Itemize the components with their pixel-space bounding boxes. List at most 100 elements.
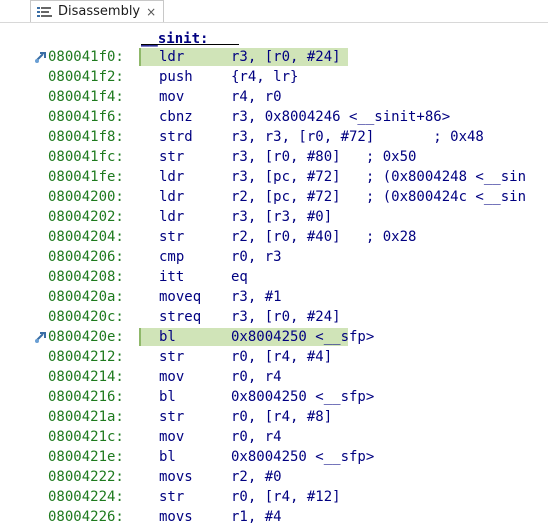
instruction-address: 08004226: — [48, 509, 124, 525]
instruction-address: 0800421c: — [48, 429, 124, 445]
instruction-mnemonic: ldr — [159, 209, 185, 225]
close-icon[interactable]: × — [146, 6, 156, 18]
disassembly-view[interactable]: __sinit: 080041f0: ldr r3, [r0, #24] 080041… — [0, 23, 548, 525]
instruction-row[interactable]: 080041f4: mov r4, r0 — [0, 87, 548, 107]
instruction-operands: r2, #0 — [231, 469, 282, 485]
instruction-operands: r3, [pc, #72] ; (0x8004248 <__sin — [231, 169, 527, 185]
instruction-row[interactable]: 0800421e: bl 0x8004250 <__sfp> — [0, 447, 548, 467]
function-label-underline — [141, 44, 239, 45]
instruction-row[interactable]: 08004208: itt eq — [0, 267, 548, 287]
instruction-row[interactable]: 08004200: ldr r2, [pc, #72] ; (0x800424c <… — [0, 187, 548, 207]
instruction-mnemonic: movs — [159, 469, 193, 485]
instruction-operands: r0, [r4, #12] — [231, 489, 341, 505]
instruction-address: 08004222: — [48, 469, 124, 485]
highlight-edge — [139, 48, 141, 66]
instruction-mnemonic: movs — [159, 509, 193, 525]
tab-label: Disassembly — [58, 4, 141, 19]
instruction-address: 0800420a: — [48, 289, 124, 305]
instruction-operands: 0x8004250 <__sfp> — [231, 389, 375, 405]
instruction-row[interactable]: 080041f0: ldr r3, [r0, #24] — [0, 47, 548, 67]
instruction-row[interactable]: 08004206: cmp r0, r3 — [0, 247, 548, 267]
instruction-row[interactable]: 08004224: str r0, [r4, #12] — [0, 487, 548, 507]
instruction-mnemonic: mov — [159, 429, 185, 445]
instruction-address: 080041f0: — [48, 49, 124, 65]
instruction-mnemonic: push — [159, 69, 193, 85]
instruction-operands: r3, [r3, #0] — [231, 209, 333, 225]
instruction-address: 080041f6: — [48, 109, 124, 125]
instruction-operands: 0x8004250 <__sfp> — [231, 329, 375, 345]
instruction-operands: r0, r4 — [231, 429, 282, 445]
instruction-row[interactable]: 0800420c: streq r3, [r0, #24] — [0, 307, 548, 327]
instruction-address: 08004208: — [48, 269, 124, 285]
instruction-row[interactable]: 08004204: str r2, [r0, #40] ; 0x28 — [0, 227, 548, 247]
instruction-address: 08004206: — [48, 249, 124, 265]
instruction-row[interactable]: 0800421c: mov r0, r4 — [0, 427, 548, 447]
instruction-row[interactable]: 080041fe: ldr r3, [pc, #72] ; (0x8004248 <… — [0, 167, 548, 187]
instruction-address: 080041f8: — [48, 129, 124, 145]
instruction-row[interactable]: 0800420e: bl 0x8004250 <__sfp> — [0, 327, 548, 347]
instruction-mnemonic: str — [159, 409, 185, 425]
instruction-mnemonic: str — [159, 229, 185, 245]
instruction-row[interactable]: 0800421a: str r0, [r4, #8] — [0, 407, 548, 427]
instruction-row[interactable]: 08004202: ldr r3, [r3, #0] — [0, 207, 548, 227]
instruction-row[interactable]: 0800420a: moveq r3, #1 — [0, 287, 548, 307]
instruction-row[interactable]: 08004214: mov r0, r4 — [0, 367, 548, 387]
instruction-operands: {r4, lr} — [231, 69, 299, 85]
instruction-mnemonic: ldr — [159, 169, 185, 185]
instruction-address: 08004204: — [48, 229, 124, 245]
instruction-row[interactable]: 080041fc: str r3, [r0, #80] ; 0x50 — [0, 147, 548, 167]
instruction-operands: r0, [r4, #8] — [231, 409, 333, 425]
instruction-address: 080041f4: — [48, 89, 124, 105]
instruction-mnemonic: mov — [159, 89, 185, 105]
instruction-address: 08004216: — [48, 389, 124, 405]
instruction-operands: r3, [r0, #80] ; 0x50 — [231, 149, 417, 165]
instruction-operands: r3, [r0, #24] — [231, 309, 341, 325]
instruction-operands: r4, r0 — [231, 89, 282, 105]
instruction-mnemonic: ldr — [159, 189, 185, 205]
instruction-row[interactable]: 08004212: str r0, [r4, #4] — [0, 347, 548, 367]
instruction-row[interactable]: 08004222: movs r2, #0 — [0, 467, 548, 487]
instruction-row[interactable]: 08004226: movs r1, #4 — [0, 507, 548, 527]
instruction-operands: r1, #4 — [231, 509, 282, 525]
instruction-mnemonic: bl — [159, 329, 176, 345]
instruction-address: 0800421a: — [48, 409, 124, 425]
instruction-mnemonic: str — [159, 489, 185, 505]
instruction-operands: r0, [r4, #4] — [231, 349, 333, 365]
instruction-mnemonic: itt — [159, 269, 185, 285]
instruction-operands: r3, #1 — [231, 289, 282, 305]
tab-disassembly[interactable]: Disassembly × — [30, 0, 164, 22]
breakpoint-arrow-icon[interactable] — [34, 330, 48, 344]
instruction-operands: r3, [r0, #24] — [231, 49, 341, 65]
instruction-operands: r3, r3, [r0, #72] ; 0x48 — [231, 129, 484, 145]
instruction-row[interactable]: 080041f8: strd r3, r3, [r0, #72] ; 0x48 — [0, 127, 548, 147]
instruction-address: 08004224: — [48, 489, 124, 505]
instruction-address: 08004200: — [48, 189, 124, 205]
instruction-mnemonic: cbnz — [159, 109, 193, 125]
instruction-operands: r3, 0x8004246 <__sinit+86> — [231, 109, 451, 125]
instruction-address: 080041fe: — [48, 169, 124, 185]
instruction-mnemonic: str — [159, 149, 185, 165]
instruction-row[interactable]: 080041f6: cbnz r3, 0x8004246 <__sinit+86> — [0, 107, 548, 127]
instruction-operands: r2, [pc, #72] ; (0x800424c <__sin — [231, 189, 527, 205]
tab-bar: Disassembly × — [0, 0, 548, 23]
instruction-mnemonic: moveq — [159, 289, 202, 305]
instruction-operands: 0x8004250 <__sfp> — [231, 449, 375, 465]
instruction-address: 080041fc: — [48, 149, 124, 165]
instruction-mnemonic: mov — [159, 369, 185, 385]
function-label: __sinit: — [141, 31, 209, 47]
instruction-operands: r0, r4 — [231, 369, 282, 385]
instruction-row[interactable]: 080041f2: push {r4, lr} — [0, 67, 548, 87]
instruction-address: 08004214: — [48, 369, 124, 385]
disassembly-icon — [37, 6, 52, 17]
instruction-address: 08004202: — [48, 209, 124, 225]
breakpoint-arrow-icon[interactable] — [34, 50, 48, 64]
instruction-mnemonic: cmp — [159, 249, 185, 265]
instruction-mnemonic: streq — [159, 309, 202, 325]
instruction-address: 0800420e: — [48, 329, 124, 345]
instruction-mnemonic: ldr — [159, 49, 185, 65]
instruction-mnemonic: strd — [159, 129, 193, 145]
highlight-edge — [139, 328, 141, 346]
instruction-row[interactable]: 08004216: bl 0x8004250 <__sfp> — [0, 387, 548, 407]
instruction-address: 0800421e: — [48, 449, 124, 465]
instruction-mnemonic: bl — [159, 449, 176, 465]
